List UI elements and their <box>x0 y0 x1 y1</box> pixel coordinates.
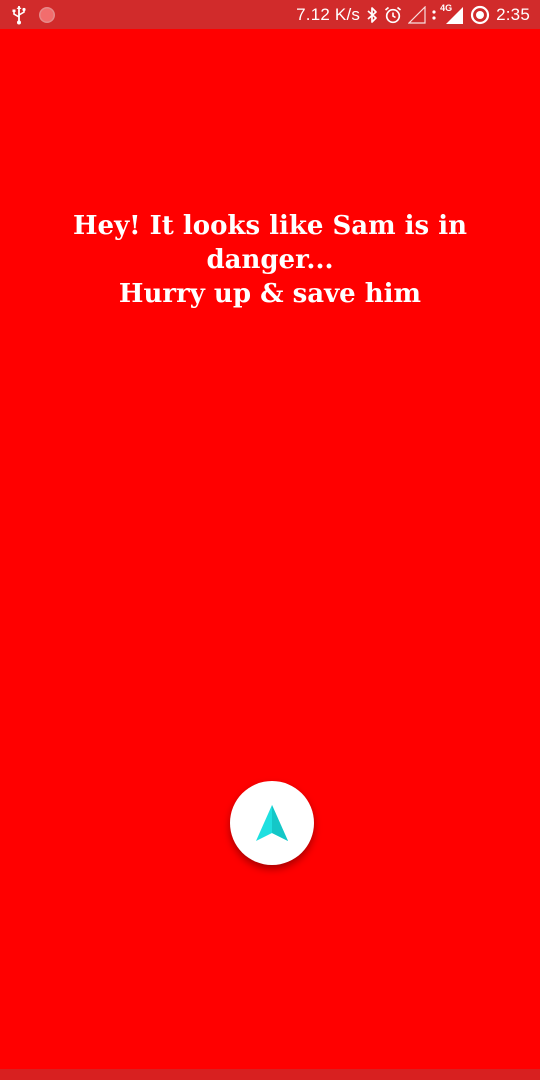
navigation-arrow-icon <box>254 803 290 843</box>
network-speed: 7.12 K/s <box>296 4 361 24</box>
navigate-button[interactable] <box>230 781 314 865</box>
message-line-1: Hey! It looks like Sam is in <box>72 211 468 241</box>
signal-empty-icon <box>408 5 426 24</box>
message-line-2: danger... <box>206 245 334 275</box>
status-bar: 7.12 K/s 4G 2:35 <box>0 0 540 29</box>
danger-message: Hey! It looks like Sam is in danger... H… <box>40 209 500 311</box>
data-activity-icon <box>432 8 436 22</box>
battery-icon <box>470 5 490 25</box>
clock: 2:35 <box>496 4 530 24</box>
signal-4g-icon: 4G <box>440 2 464 25</box>
record-icon <box>38 6 56 24</box>
bluetooth-icon <box>366 6 378 24</box>
status-bar-right: 7.12 K/s 4G 2:35 <box>290 2 530 25</box>
network-type-label: 4G <box>440 2 453 13</box>
usb-icon <box>12 5 26 25</box>
bottom-edge <box>0 1069 540 1080</box>
main-screen: Hey! It looks like Sam is in danger... H… <box>0 29 540 1069</box>
status-bar-left <box>12 5 68 25</box>
alarm-icon <box>384 6 402 24</box>
message-line-3: Hurry up & save him <box>118 279 422 309</box>
